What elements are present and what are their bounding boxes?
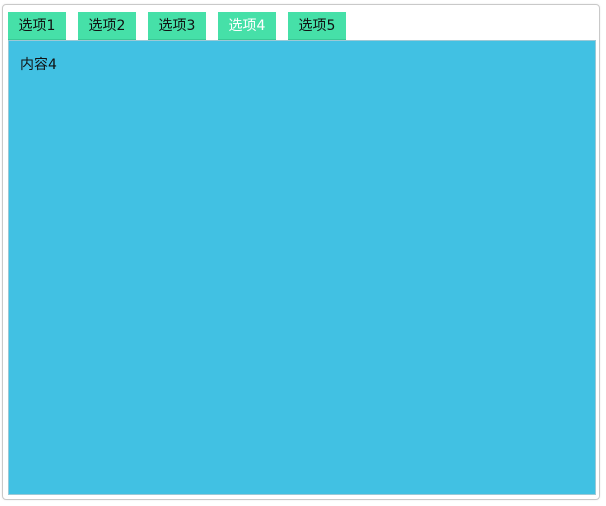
tab-option-1[interactable]: 选项1: [8, 12, 66, 40]
tab-option-2[interactable]: 选项2: [78, 12, 136, 40]
tab-bar: 选项1 选项2 选项3 选项4 选项5: [8, 12, 358, 40]
tab-option-4[interactable]: 选项4: [218, 12, 276, 40]
tab-option-5[interactable]: 选项5: [288, 12, 346, 40]
tab-content-panel: 内容4: [8, 40, 596, 495]
tab-content-text: 内容4: [20, 57, 57, 73]
tab-option-3[interactable]: 选项3: [148, 12, 206, 40]
